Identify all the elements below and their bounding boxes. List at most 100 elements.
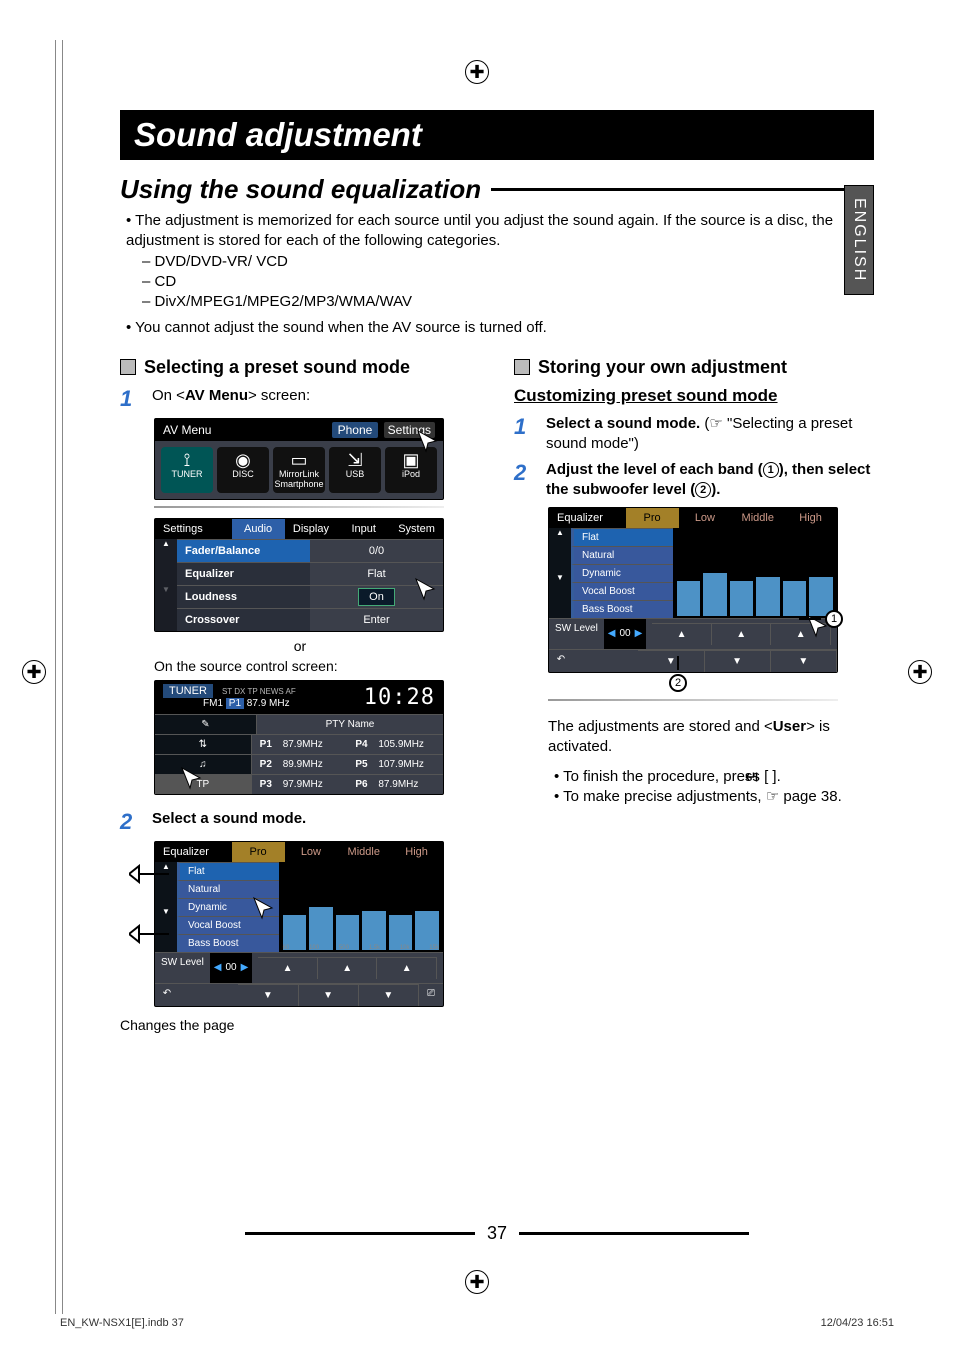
- band-up[interactable]: ▲: [652, 623, 712, 645]
- eq-dynamic[interactable]: Dynamic: [571, 564, 673, 582]
- tuner-flags: ST DX TP NEWS AF: [222, 687, 296, 696]
- finish-bullet: To finish the procedure, press [ ].: [554, 767, 874, 787]
- annotation-1: 1: [825, 610, 843, 628]
- intro-dash: CD: [142, 272, 874, 292]
- step2-text: Select a sound mode.: [152, 810, 306, 827]
- shadow-line: [548, 699, 838, 701]
- row-crossover[interactable]: Crossover: [177, 609, 310, 631]
- step-1-right: 1 Select a sound mode. (☞ "Selecting a p…: [514, 414, 874, 455]
- tab-input[interactable]: Input: [337, 519, 390, 539]
- source-mirrorlink[interactable]: ▭MirrorLink Smartphone: [273, 447, 325, 493]
- sw-left-button[interactable]: ◀: [608, 628, 616, 639]
- step-number: 1: [514, 414, 534, 455]
- eq-tab-pro[interactable]: Pro: [232, 842, 285, 862]
- row-fader[interactable]: Fader/Balance: [177, 540, 310, 562]
- val-fader: 0/0: [310, 540, 443, 562]
- heading-rule: [491, 188, 874, 191]
- tab-display[interactable]: Display: [285, 519, 338, 539]
- chevron-down-icon[interactable]: ▼: [549, 573, 571, 618]
- left-subhead-text: Selecting a preset sound mode: [144, 357, 410, 378]
- eq-title: Equalizer: [155, 842, 232, 862]
- eq-flat[interactable]: Flat: [571, 528, 673, 546]
- sw-value: 00: [226, 962, 237, 973]
- preset[interactable]: P5 107.9MHz: [347, 755, 443, 774]
- band-down[interactable]: ▼: [705, 650, 771, 672]
- band-down[interactable]: ▼: [771, 650, 837, 672]
- eq-bass[interactable]: Bass Boost: [177, 934, 279, 952]
- eq-tab-middle[interactable]: Middle: [731, 508, 784, 528]
- sliders-icon[interactable]: ⎚: [419, 984, 443, 1006]
- side-button[interactable]: ✎: [155, 715, 257, 734]
- chevron-up-icon[interactable]: ▲: [549, 528, 571, 573]
- row-loudness[interactable]: Loudness: [177, 586, 310, 608]
- intro-dash: DivX/MPEG1/MPEG2/MP3/WMA/WAV: [142, 292, 874, 312]
- source-usb[interactable]: ⇲USB: [329, 447, 381, 493]
- source-ipod[interactable]: ▣iPod: [385, 447, 437, 493]
- step1-bold: AV Menu: [185, 387, 248, 404]
- eq-tab-pro[interactable]: Pro: [626, 508, 679, 528]
- sw-label: SW Level: [549, 619, 604, 649]
- eq-tab-high[interactable]: High: [390, 842, 443, 862]
- row-equalizer[interactable]: Equalizer: [177, 563, 310, 585]
- circled-1: 1: [763, 462, 779, 478]
- eq-tab-high[interactable]: High: [784, 508, 837, 528]
- band-up[interactable]: ▲: [318, 957, 378, 979]
- page-content: ENGLISH Sound adjustment Using the sound…: [120, 110, 874, 1244]
- intro-dash: DVD/DVD-VR/ VCD: [142, 252, 874, 272]
- language-tab: ENGLISH: [844, 185, 874, 295]
- side-button-tp[interactable]: TP: [155, 775, 252, 794]
- eq-tab-middle[interactable]: Middle: [337, 842, 390, 862]
- band-up[interactable]: ▲: [377, 957, 437, 979]
- equalizer-screenshot-left: Equalizer Pro Low Middle High ▲ ▼ Flat N…: [154, 841, 444, 1007]
- side-button[interactable]: ♫: [155, 755, 252, 774]
- callout-arrow-icon: [129, 864, 169, 884]
- band-up[interactable]: ▲: [712, 623, 772, 645]
- eq-tab-low[interactable]: Low: [679, 508, 732, 528]
- chevron-up-icon: ▲: [155, 539, 177, 585]
- step1-pre: On <: [152, 387, 185, 404]
- right-subhead-text: Storing your own adjustment: [538, 357, 787, 378]
- preset[interactable]: P4 105.9MHz: [347, 735, 443, 754]
- eq-vocal[interactable]: Vocal Boost: [571, 582, 673, 600]
- on-source-text: On the source control screen:: [154, 658, 480, 674]
- band-down[interactable]: ▼: [299, 984, 359, 1006]
- tab-system[interactable]: System: [390, 519, 443, 539]
- page-number: 37: [487, 1223, 507, 1244]
- chevron-down-icon: ▼: [155, 585, 177, 631]
- preset[interactable]: P3 97.9MHz: [252, 775, 348, 794]
- sw-left-button[interactable]: ◀: [214, 962, 222, 973]
- side-button[interactable]: ⇅: [155, 735, 252, 754]
- phone-button[interactable]: Phone: [332, 422, 379, 438]
- preset[interactable]: P1 87.9MHz: [252, 735, 348, 754]
- sw-right-button[interactable]: ▶: [635, 628, 643, 639]
- or-label: or: [120, 638, 480, 654]
- sw-right-button[interactable]: ▶: [241, 962, 249, 973]
- preset[interactable]: P6 87.9MHz: [347, 775, 443, 794]
- eq-tab-low[interactable]: Low: [285, 842, 338, 862]
- preset[interactable]: P2 89.9MHz: [252, 755, 348, 774]
- phone-icon: ▭: [273, 451, 325, 469]
- intro-bullet: The adjustment is memorized for each sou…: [126, 211, 874, 252]
- val-loudness[interactable]: On: [358, 588, 395, 606]
- source-tuner[interactable]: ⟟TUNER: [161, 447, 213, 493]
- cursor-icon: [413, 577, 437, 601]
- source-disc[interactable]: ◉DISC: [217, 447, 269, 493]
- eq-natural[interactable]: Natural: [571, 546, 673, 564]
- footer-date: 12/04/23 16:51: [821, 1317, 894, 1329]
- band-up[interactable]: ▲: [258, 957, 318, 979]
- right-subheading: Customizing preset sound mode: [514, 386, 874, 406]
- result-text: The adjustments are stored and <User> is…: [548, 717, 874, 758]
- band-down[interactable]: ▼: [359, 984, 419, 1006]
- settings-title: Settings: [155, 519, 232, 539]
- scroll-up-down[interactable]: ▲▼: [155, 539, 177, 631]
- cursor-icon: [251, 896, 275, 920]
- callout-arrow-icon: [129, 924, 169, 944]
- eq-bass[interactable]: Bass Boost: [571, 600, 673, 618]
- tab-audio[interactable]: Audio: [232, 519, 285, 539]
- eq-title: Equalizer: [549, 508, 626, 528]
- back-icon[interactable]: ↶: [549, 650, 573, 672]
- back-icon[interactable]: ↶: [155, 984, 179, 1006]
- eq-flat[interactable]: Flat: [177, 862, 279, 880]
- band-down[interactable]: ▼: [238, 984, 298, 1006]
- registration-mark-left: [22, 660, 46, 684]
